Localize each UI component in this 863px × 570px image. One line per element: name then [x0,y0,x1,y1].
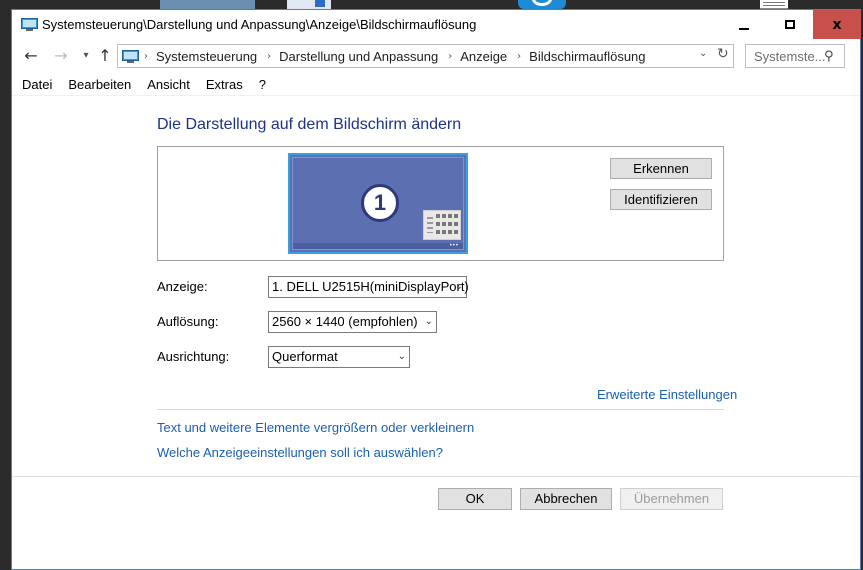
desktop-fragment [160,0,255,9]
taskbar-dots-icon: ••• [449,243,459,249]
ok-button[interactable]: OK [438,488,512,510]
address-dropdown-icon[interactable]: ⌄ [699,48,707,59]
advanced-settings-link[interactable]: Erweiterte Einstellungen [597,387,737,402]
chevron-right-icon[interactable]: › [267,51,271,62]
up-arrow-icon[interactable]: ↑ [95,46,115,66]
monitor-arrangement-panel: 1 ••• Erkennen Identifizieren [157,146,724,261]
chevron-down-icon: ⌄ [424,316,433,327]
chevron-down-icon: ⌄ [454,281,463,292]
chevron-right-icon[interactable]: › [517,51,521,62]
display-select[interactable]: 1. DELL U2515H(miniDisplayPort) ⌄ [268,276,469,298]
maximize-button[interactable] [767,10,813,39]
apply-button[interactable]: Übernehmen [620,488,723,510]
divider [157,409,724,410]
monitor-number-badge: 1 [361,184,399,222]
menu-ansicht[interactable]: Ansicht [139,77,198,92]
identify-button[interactable]: Identifizieren [610,189,712,210]
title-bar: Systemsteuerung\Darstellung und Anpassun… [12,10,861,39]
window-title: Systemsteuerung\Darstellung und Anpassun… [42,17,477,32]
search-placeholder: Systemste... [754,49,826,64]
breadcrumb-item-systemsteuerung[interactable]: Systemsteuerung [156,49,257,64]
resolution-select-value: 2560 × 1440 (empfohlen) [272,314,418,329]
desktop-fragment [760,0,788,9]
menu-bearbeiten[interactable]: Bearbeiten [60,77,139,92]
control-panel-icon [21,18,38,31]
breadcrumb-item-anzeige[interactable]: Anzeige [460,49,507,64]
breadcrumb-item-bildschirmaufloesung[interactable]: Bildschirmauflösung [529,49,645,64]
navigation-bar: ← → ▾ ↑ › Systemsteuerung › Darstellung … [12,40,860,72]
display-label: Anzeige: [157,279,208,294]
chevron-down-icon: ⌄ [397,351,406,362]
cancel-button[interactable]: Abbrechen [520,488,612,510]
close-button[interactable]: x [813,10,861,39]
menu-bar: Datei Bearbeiten Ansicht Extras ? [12,74,860,96]
refresh-icon[interactable]: ↻ [717,46,729,62]
start-tiles-icon [423,210,461,240]
close-icon: x [832,16,842,33]
search-icon[interactable]: ⚲ [824,49,834,64]
minimize-icon [739,27,749,30]
chevron-right-icon: › [144,50,148,62]
back-arrow-icon[interactable]: ← [21,46,41,66]
menu-help[interactable]: ? [251,77,274,92]
maximize-icon [785,20,795,29]
breadcrumb-item-darstellung[interactable]: Darstellung und Anpassung [279,49,438,64]
display-select-value: 1. DELL U2515H(miniDisplayPort) [272,279,469,294]
orientation-select[interactable]: Querformat ⌄ [268,346,410,368]
monitor-1-preview[interactable]: 1 ••• [288,153,468,254]
monitor-taskbar [293,243,463,249]
address-bar[interactable]: › Systemsteuerung › Darstellung und Anpa… [117,44,734,68]
detect-button[interactable]: Erkennen [610,158,712,179]
chevron-right-icon[interactable]: › [448,51,452,62]
desktop-app-icon [518,0,566,9]
orientation-select-value: Querformat [272,349,338,364]
search-input[interactable]: Systemste... ⚲ [745,44,845,68]
footer-divider [12,476,860,477]
control-panel-icon [122,50,139,63]
text-size-link[interactable]: Text und weitere Elemente vergrößern ode… [157,420,474,435]
desktop-fragment [287,0,331,9]
menu-datei[interactable]: Datei [12,77,60,92]
orientation-label: Ausrichtung: [157,349,230,364]
display-settings-window: Systemsteuerung\Darstellung und Anpassun… [11,9,861,570]
resolution-label: Auflösung: [157,314,219,329]
page-title: Die Darstellung auf dem Bildschirm änder… [157,116,462,133]
menu-extras[interactable]: Extras [198,77,251,92]
minimize-button[interactable] [721,10,767,39]
forward-arrow-icon[interactable]: → [51,46,71,66]
recent-locations-chevron-icon[interactable]: ▾ [76,46,96,66]
breadcrumb: › Systemsteuerung › Darstellung und Anpa… [144,45,656,67]
resolution-select[interactable]: 2560 × 1440 (empfohlen) ⌄ [268,311,437,333]
which-settings-link[interactable]: Welche Anzeigeeinstellungen soll ich aus… [157,445,443,460]
